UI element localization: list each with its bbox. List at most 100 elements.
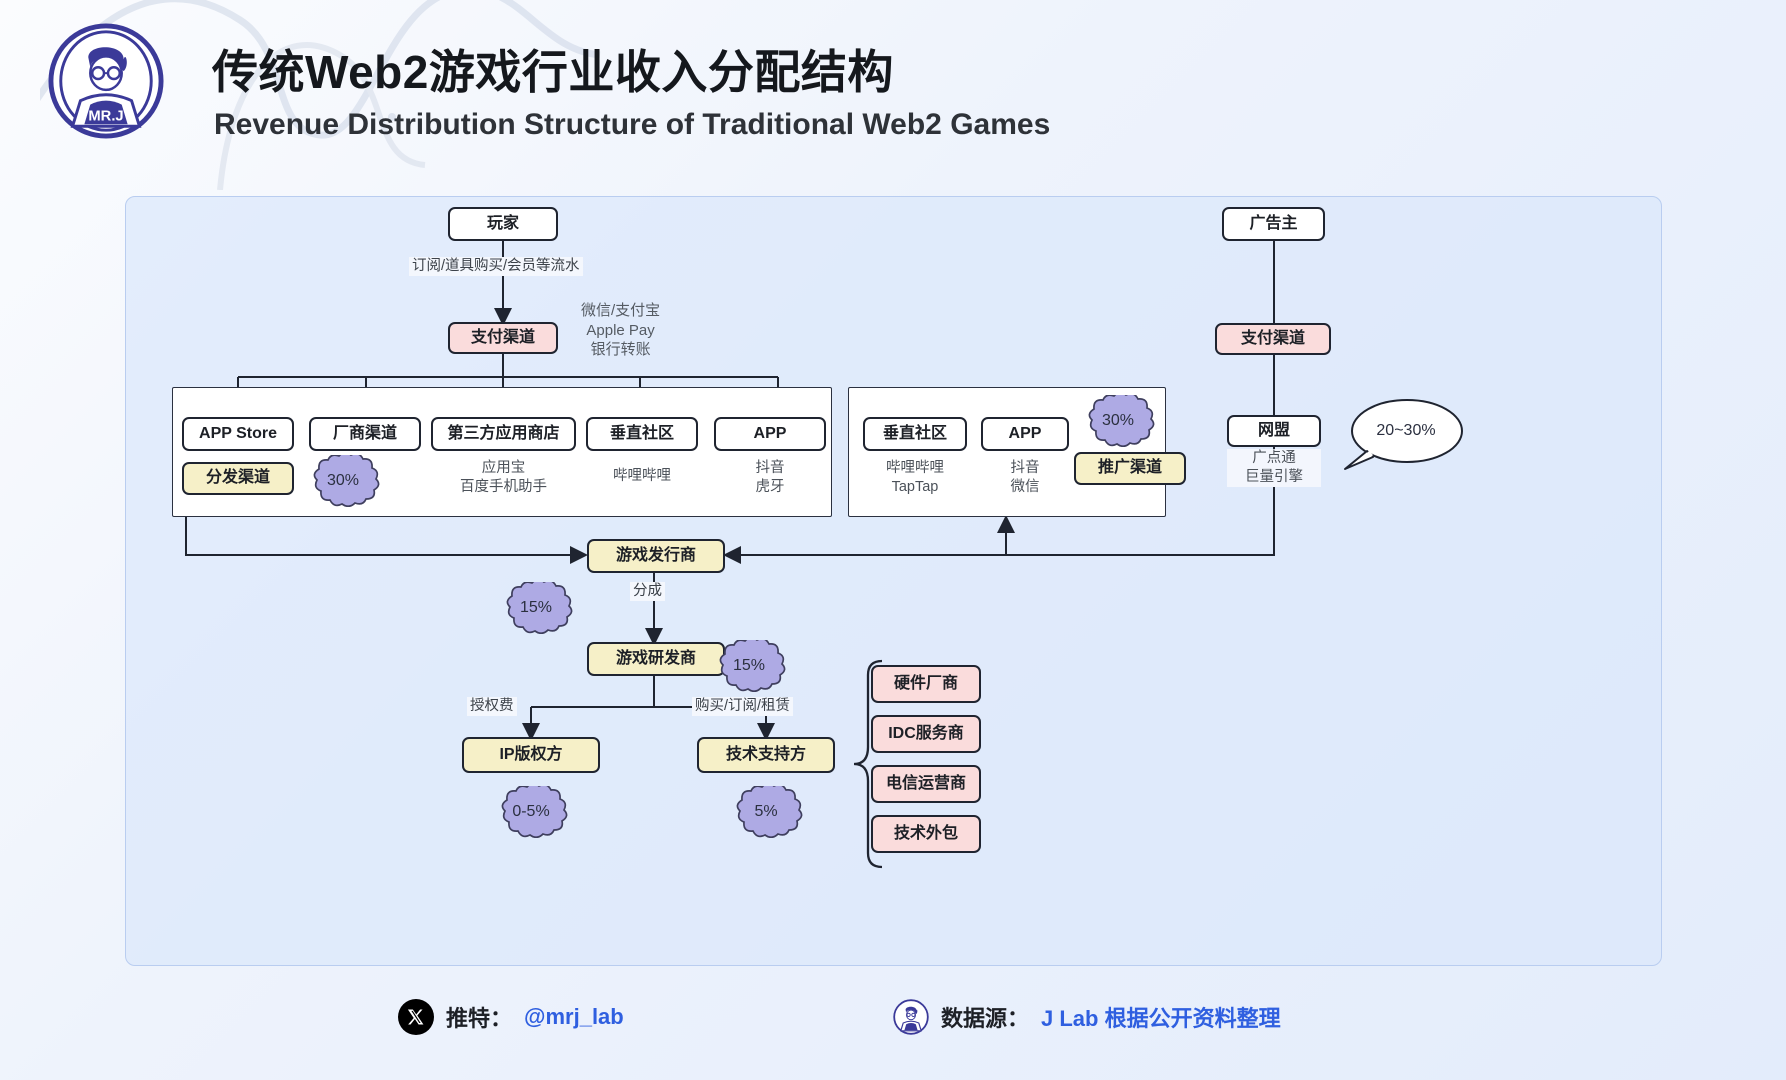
x-twitter-icon (398, 999, 434, 1035)
badge-ad-network-percent: 20~30% (1341, 397, 1467, 475)
vendor-outsourcing[interactable]: 技术外包 (871, 815, 981, 853)
vendor-idc-label: IDC服务商 (888, 724, 964, 742)
footer-source-value: J Lab 根据公开资料整理 (1041, 1006, 1281, 1031)
promo-app-label: APP (1008, 424, 1042, 442)
node-ad-payment-channel[interactable]: 支付渠道 (1215, 323, 1331, 355)
badge-tech-percent-label: 5% (754, 803, 778, 820)
node-ad-network-sub: 广点通 巨量引擎 (1227, 449, 1321, 488)
distribution-channel-group (172, 387, 832, 517)
channel-app-label: APP (753, 424, 787, 442)
sub-line: 广点通 (1252, 450, 1296, 466)
channel-app[interactable]: APP (714, 417, 826, 451)
badge-distribution-percent-label: 30% (326, 472, 360, 489)
footer-twitter-label: 推特： (446, 1006, 513, 1031)
sub-line: 抖音 (1010, 460, 1040, 476)
channel-vendor-label: 厂商渠道 (332, 424, 397, 442)
badge-publisher-percent: 15% (496, 582, 576, 634)
sub-line: 巨量引擎 (1245, 469, 1303, 486)
sub-line: 百度手机助手 (460, 479, 547, 496)
edge-label-license-fee: 授权费 (467, 697, 517, 716)
footer-twitter-handle[interactable]: @mrj_lab (524, 1004, 624, 1030)
promo-app[interactable]: APP (981, 417, 1069, 451)
edge-label-purchase: 购买/订阅/租赁 (692, 697, 794, 716)
badge-tech-percent: 5% (726, 786, 806, 838)
payment-method-3: 银行转账 (590, 341, 651, 358)
edge-label-split: 分成 (630, 582, 665, 601)
node-ad-network-label: 网盟 (1257, 421, 1290, 439)
node-player[interactable]: 玩家 (448, 207, 558, 241)
promo-vertical-community-label: 垂直社区 (882, 424, 947, 442)
node-player-label: 玩家 (486, 214, 519, 232)
channel-vertical-community-label: 垂直社区 (609, 424, 674, 442)
tag-distribution-channel[interactable]: 分发渠道 (182, 462, 294, 495)
diagram-canvas: 玩家 订阅/道具购买/会员等流水 支付渠道 微信/支付宝 Apple Pay 银… (125, 196, 1662, 966)
node-payment-channel-label: 支付渠道 (470, 328, 535, 346)
edge-label-player-flow: 订阅/道具购买/会员等流水 (409, 257, 583, 276)
node-payment-channel[interactable]: 支付渠道 (448, 322, 558, 354)
badge-promotion-percent: 30% (1078, 395, 1158, 447)
payment-methods-list: 微信/支付宝 Apple Pay 银行转账 (578, 301, 663, 360)
page-header: MR.J 传统Web2游戏行业收入分配结构 Revenue Distributi… (0, 0, 1786, 190)
node-ip-holder-label: IP版权方 (499, 745, 563, 763)
tag-promotion-channel-label: 推广渠道 (1097, 459, 1162, 477)
payment-method-1: 微信/支付宝 (581, 302, 661, 319)
channel-vendor[interactable]: 厂商渠道 (309, 417, 421, 451)
badge-ad-network-percent-label: 20~30% (1376, 422, 1436, 439)
badge-developer-percent-label: 15% (732, 657, 766, 674)
sub-line: 微信 (1010, 479, 1040, 496)
node-publisher-label: 游戏发行商 (615, 546, 696, 564)
vendor-telecom[interactable]: 电信运营商 (871, 765, 981, 803)
flow-diagram: 玩家 订阅/道具购买/会员等流水 支付渠道 微信/支付宝 Apple Pay 银… (126, 197, 1661, 965)
promo-vertical-community[interactable]: 垂直社区 (863, 417, 967, 451)
promo-vertical-community-sub: 哔哩哔哩 TapTap (863, 459, 967, 497)
vendor-hardware-label: 硬件厂商 (893, 674, 958, 692)
node-tech-support[interactable]: 技术支持方 (697, 737, 835, 773)
x-glyph-icon (407, 1009, 424, 1025)
badge-ip-percent: 0-5% (491, 786, 571, 838)
page-title-cn: 传统Web2游戏行业收入分配结构 (212, 46, 894, 98)
sub-line: 哔哩哔哩 (613, 468, 671, 484)
vendor-telecom-label: 电信运营商 (885, 774, 966, 792)
node-ad-network[interactable]: 网盟 (1227, 415, 1321, 447)
tag-promotion-channel[interactable]: 推广渠道 (1074, 452, 1186, 485)
channel-vertical-community[interactable]: 垂直社区 (586, 417, 698, 451)
node-ip-holder[interactable]: IP版权方 (462, 737, 600, 773)
vendor-hardware[interactable]: 硬件厂商 (871, 665, 981, 703)
vendor-outsourcing-label: 技术外包 (893, 824, 958, 842)
footer-twitter[interactable]: 推特： @mrj_lab (398, 999, 624, 1035)
promo-app-sub: 抖音 微信 (981, 459, 1069, 497)
tag-distribution-channel-label: 分发渠道 (205, 469, 270, 487)
channel-third-party-store[interactable]: 第三方应用商店 (431, 417, 576, 451)
badge-promotion-percent-label: 30% (1101, 412, 1135, 429)
badge-publisher-percent-label: 15% (519, 599, 553, 616)
node-advertiser-label: 广告主 (1249, 214, 1298, 232)
vendor-idc[interactable]: IDC服务商 (871, 715, 981, 753)
node-developer[interactable]: 游戏研发商 (587, 642, 725, 676)
sub-line: TapTap (891, 479, 939, 496)
payment-method-2: Apple Pay (586, 321, 655, 339)
page-title-en: Revenue Distribution Structure of Tradit… (214, 108, 1051, 141)
channel-third-party-store-label: 第三方应用商店 (447, 424, 560, 442)
footer-source: 数据源： J Lab 根据公开资料整理 (893, 999, 1281, 1035)
node-advertiser[interactable]: 广告主 (1222, 207, 1325, 241)
node-publisher[interactable]: 游戏发行商 (587, 539, 725, 573)
channel-app-sub: 抖音 虎牙 (714, 459, 826, 497)
svg-text:MR.J: MR.J (88, 108, 123, 124)
channel-vertical-community-sub: 哔哩哔哩 (586, 467, 698, 486)
badge-ip-percent-label: 0-5% (512, 803, 550, 820)
mr-j-logo: MR.J (48, 23, 164, 139)
mr-j-logo-small (893, 999, 929, 1035)
badge-distribution-percent: 30% (303, 455, 383, 507)
node-developer-label: 游戏研发商 (615, 649, 696, 667)
sub-line: 抖音 (755, 460, 785, 476)
sub-line: 应用宝 (481, 460, 526, 476)
channel-third-party-store-sub: 应用宝 百度手机助手 (431, 459, 576, 497)
channel-app-store[interactable]: APP Store (182, 417, 294, 451)
node-tech-support-label: 技术支持方 (725, 745, 806, 763)
page-footer: 推特： @mrj_lab 数据源： J Lab 根据公开资料整理 (0, 985, 1786, 1055)
sub-line: 虎牙 (755, 479, 785, 496)
badge-developer-percent: 15% (709, 640, 789, 692)
sub-line: 哔哩哔哩 (886, 460, 944, 476)
footer-source-label: 数据源： (941, 1006, 1030, 1031)
channel-app-store-label: APP Store (199, 424, 277, 442)
